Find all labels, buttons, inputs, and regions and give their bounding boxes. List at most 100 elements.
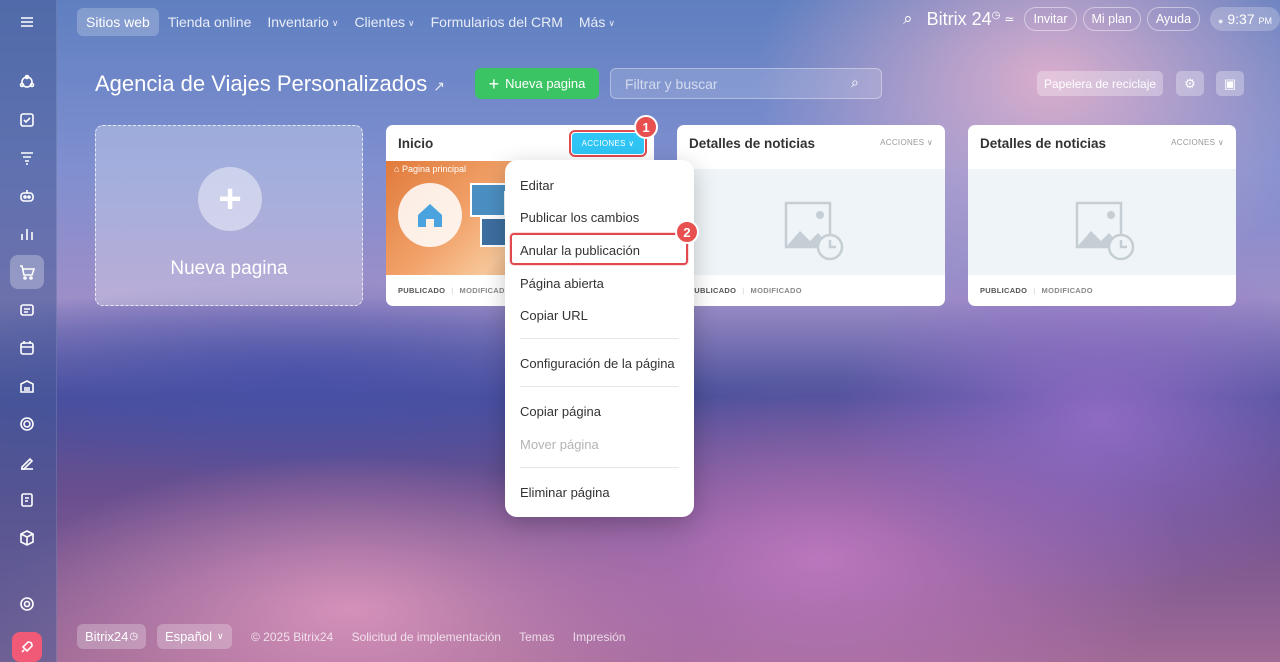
separator: | — [742, 286, 745, 295]
menu-item-eliminar-pagina[interactable]: Eliminar página — [520, 485, 610, 500]
menu-divider — [520, 386, 679, 387]
preview-tab-label: Pagina principal — [401, 164, 466, 174]
box-icon[interactable] — [10, 521, 44, 555]
page-preview-placeholder[interactable] — [968, 169, 1236, 275]
menu-item-editar[interactable]: Editar — [520, 178, 554, 193]
search-icon[interactable]: ⌕ — [851, 74, 859, 91]
status-modified: MODIFICADO — [459, 286, 511, 295]
menu-item-mover-pagina: Mover página — [520, 437, 599, 452]
image-placeholder-icon — [784, 201, 844, 261]
separator: | — [1033, 286, 1036, 295]
chevron-down-icon: ∨ — [331, 18, 339, 28]
actions-dropdown[interactable]: ACCIONES ∨ — [880, 138, 933, 147]
my-plan-button[interactable]: Mi plan — [1082, 7, 1141, 31]
clock-badge-icon: ◷ — [991, 9, 1001, 21]
chevron-down-icon: ∨ — [408, 18, 415, 28]
nav-formularios-crm[interactable]: Formularios del CRM — [424, 8, 570, 36]
status-published: PUBLICADO — [980, 286, 1028, 295]
menu-item-copiar-url[interactable]: Copiar URL — [520, 308, 588, 323]
search-input[interactable] — [610, 68, 882, 99]
menu-divider — [520, 467, 679, 468]
new-page-card[interactable]: + Nueva pagina — [95, 125, 363, 306]
nav-label: Sitios web — [86, 14, 150, 30]
activity-icon[interactable] — [10, 65, 44, 99]
actions-dropdown[interactable]: ACCIONES ∨ — [1171, 138, 1224, 147]
nav-tienda-online[interactable]: Tienda online — [161, 8, 259, 36]
plus-icon: + — [198, 167, 262, 231]
settings-icon[interactable] — [10, 587, 44, 621]
menu-item-copiar-pagina[interactable]: Copiar página — [520, 404, 601, 419]
invite-button[interactable]: Invitar — [1024, 7, 1077, 31]
footer-link-implementation[interactable]: Solicitud de implementación — [352, 630, 501, 644]
tasks-icon[interactable] — [10, 103, 44, 137]
recycle-bin-button[interactable]: Papelera de reciclaje — [1037, 71, 1164, 96]
help-button[interactable]: Ayuda — [1146, 7, 1201, 31]
contact-center-icon[interactable] — [10, 293, 44, 327]
language-selector[interactable]: Español ∨ — [157, 624, 232, 649]
folder-icon[interactable]: ▣ — [1216, 71, 1244, 96]
preview-tab: ⌂ Pagina principal — [394, 164, 466, 174]
status-published: PUBLICADO — [398, 286, 446, 295]
menu-item-pagina-abierta[interactable]: Página abierta — [520, 276, 604, 291]
menu-item-publicar-cambios[interactable]: Publicar los cambios — [520, 210, 639, 225]
inventory-icon[interactable] — [10, 369, 44, 403]
footer-links: © 2025 Bitrix24 Solicitud de implementac… — [251, 630, 640, 644]
search-icon[interactable]: ⌕ — [903, 9, 913, 29]
step-badge-2: 2 — [675, 220, 699, 244]
clock-time: 9:37 — [1227, 11, 1255, 27]
gear-icon[interactable]: ⚙ — [1176, 71, 1204, 96]
sliders-icon[interactable]: ≃ — [1004, 12, 1014, 26]
nav-label: Inventario — [267, 14, 329, 30]
chevron-down-icon: ∨ — [608, 18, 615, 28]
footer-link-themes[interactable]: Temas — [519, 630, 554, 644]
actions-label: ACCIONES — [1171, 138, 1216, 147]
card-title: Detalles de noticias — [980, 136, 1107, 151]
footer-brand-button[interactable]: Bitrix24 ◷ — [77, 624, 147, 649]
image-placeholder-icon — [1075, 201, 1135, 261]
chevron-down-icon: ∨ — [628, 139, 635, 148]
rocket-icon[interactable] — [12, 632, 42, 662]
new-page-button[interactable]: + Nueva pagina — [475, 68, 599, 99]
target-icon[interactable] — [10, 407, 44, 441]
cart-icon[interactable] — [10, 255, 44, 289]
page-card-detalles-noticias[interactable]: Detalles de noticias ACCIONES ∨ PUBLICAD… — [677, 125, 945, 306]
new-page-card-label: Nueva pagina — [170, 258, 288, 279]
analytics-icon[interactable] — [10, 217, 44, 251]
nav-sitios-web[interactable]: Sitios web — [77, 8, 159, 36]
actions-button[interactable]: ACCIONES ∨ — [569, 130, 647, 157]
chevron-down-icon: ∨ — [216, 631, 224, 641]
nav-mas[interactable]: Más ∨ — [572, 8, 622, 36]
card-title: Inicio — [398, 136, 434, 151]
nav-inventario[interactable]: Inventario ∨ — [260, 8, 345, 36]
footer-link-print[interactable]: Impresión — [573, 630, 626, 644]
left-sidebar — [0, 0, 57, 662]
pin-icon[interactable]: ↗ — [433, 78, 445, 94]
calendar-icon[interactable] — [10, 331, 44, 365]
new-page-button-label: Nueva pagina — [505, 76, 586, 91]
menu-divider — [520, 338, 679, 339]
plus-icon: + — [488, 73, 500, 94]
chevron-down-icon: ∨ — [1217, 138, 1224, 147]
brand-name: Bitrix 24 — [926, 8, 992, 29]
top-bar: Sitios web Tienda online Inventario ∨ Cli… — [57, 0, 1280, 44]
page-card-detalles-noticias[interactable]: Detalles de noticias ACCIONES ∨ PUBLICAD… — [968, 125, 1236, 306]
brand-logo[interactable]: Bitrix 24◷ — [927, 9, 1001, 30]
status-dot-icon: ● — [1218, 16, 1224, 26]
menu-icon[interactable] — [10, 5, 44, 39]
copilot-icon[interactable] — [10, 179, 44, 213]
document-edit-icon[interactable] — [10, 483, 44, 517]
home-icon — [398, 183, 462, 247]
actions-label: ACCIONES — [880, 138, 925, 147]
nav-clientes[interactable]: Clientes ∨ — [347, 8, 421, 36]
clock-badge-icon: ◷ — [129, 631, 139, 642]
funnel-icon[interactable] — [10, 141, 44, 175]
page-preview-placeholder[interactable] — [677, 169, 945, 275]
menu-item-configuracion[interactable]: Configuración de la página — [520, 356, 675, 371]
step-badge-1: 1 — [634, 115, 658, 139]
sign-icon[interactable] — [10, 445, 44, 479]
menu-item-anular-publicacion[interactable]: Anular la publicación — [520, 243, 640, 258]
footer-brand: Bitrix24 — [85, 629, 129, 644]
card-status: PUBLICADO | MODIFICADO — [980, 286, 1093, 295]
clock-widget[interactable]: ● 9:37 PM — [1210, 7, 1280, 31]
status-modified: MODIFICADO — [1041, 286, 1093, 295]
